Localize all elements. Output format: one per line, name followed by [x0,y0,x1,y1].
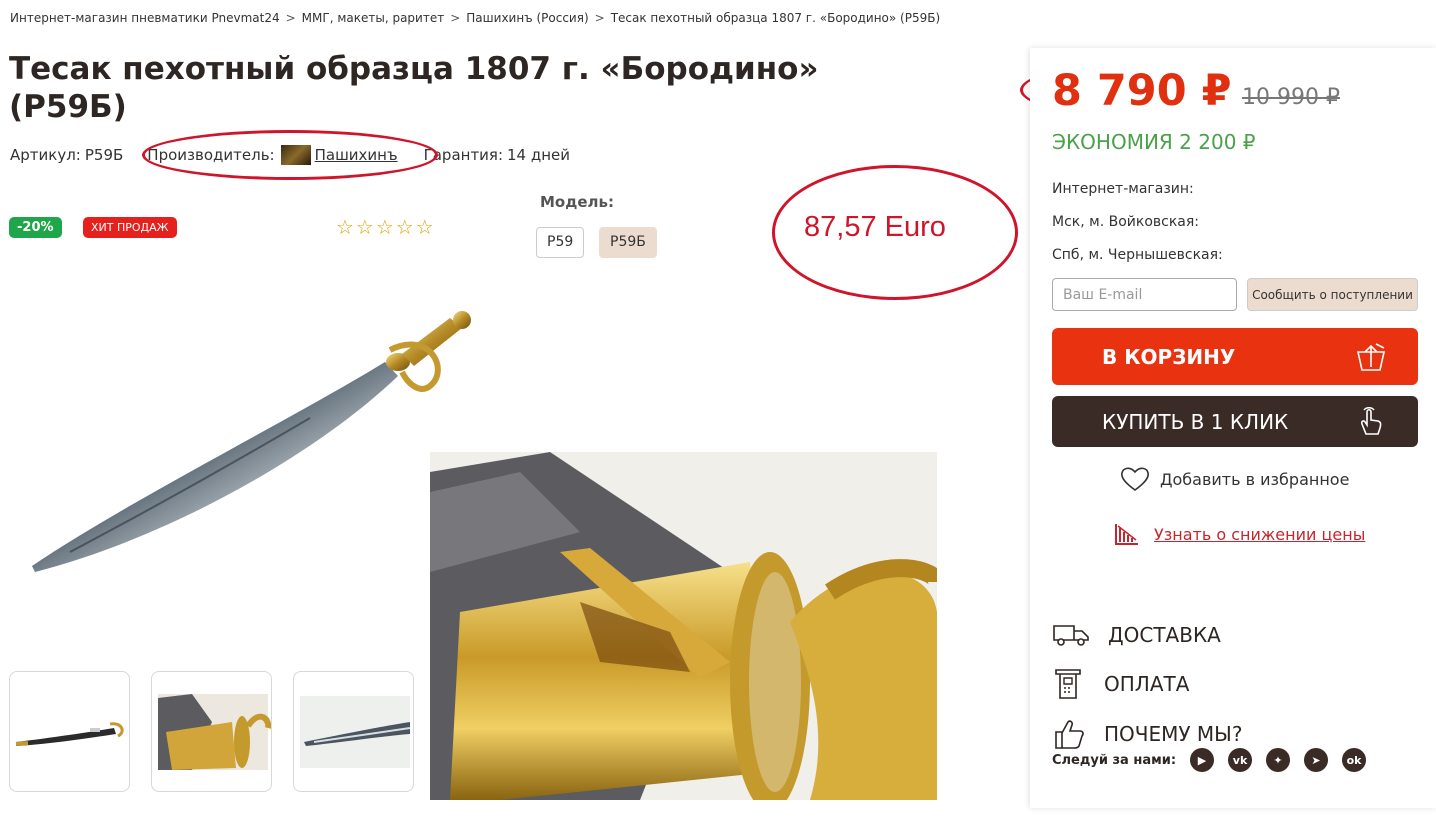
model-option-p59[interactable]: P59 [536,227,585,258]
breadcrumb-item-current: Тесак пехотный образца 1807 г. «Бородино… [610,11,941,25]
breadcrumb-separator: > [285,11,296,25]
price-current: 8 790 ₽ [1052,66,1232,116]
product-meta: Артикул: P59Б Производитель: Пашихинъ Га… [10,145,570,165]
telegram-icon[interactable]: ➤ [1304,748,1329,772]
price-drop-alert[interactable]: Узнать о снижении цены [1114,522,1365,546]
sku-value: P59Б [84,146,124,164]
store-availability: Интернет-магазин: Мск, м. Войковская: Сп… [1052,173,1223,272]
sku-label: Артикул: [10,146,81,164]
maker-label: Производитель: [147,146,275,164]
social-links: Следуй за нами: ▶ vk ✦ ➤ ok [1052,748,1367,772]
warranty-label: Гарантия: [423,146,504,164]
info-delivery[interactable]: ДОСТАВКА [1052,622,1221,648]
thumbnail-1[interactable] [9,671,130,792]
maker-link[interactable]: Пашихинъ [315,146,398,164]
thumbnail-2[interactable] [151,671,272,792]
payment-terminal-icon [1055,669,1081,699]
annotation-euro-price: 87,57 Euro [804,211,946,243]
zen-icon[interactable]: ✦ [1266,748,1291,772]
page-title: Тесак пехотный образца 1807 г. «Бородино… [9,51,819,125]
breadcrumb-item-maker[interactable]: Пашихинъ (Россия) [466,11,588,25]
add-to-cart-button[interactable]: В КОРЗИНУ [1052,328,1418,385]
vk-icon[interactable]: vk [1228,748,1253,772]
thumbnail-image-3 [300,696,411,768]
product-image-zoom[interactable] [430,452,937,800]
price-old: 10 990 ₽ [1242,85,1340,110]
store-moscow: Мск, м. Войковская: [1052,214,1200,230]
notify-button[interactable]: Сообщить о поступлении [1247,278,1418,311]
thumbs-up-icon [1055,720,1084,749]
maker-logo [280,145,311,165]
breadcrumb-separator: > [594,11,605,25]
store-spb: Спб, м. Чернышевская: [1052,247,1223,263]
thumbnail-3[interactable] [293,671,414,792]
info-payment[interactable]: ОПЛАТА [1052,668,1189,700]
price-saving: ЭКОНОМИЯ 2 200 ₽ [1052,130,1256,154]
truck-icon [1053,625,1089,646]
thumbnail-image-2 [158,694,271,770]
odnoklassniki-icon[interactable]: ok [1342,748,1367,772]
price-drop-icon [1115,524,1138,545]
hit-badge: ХИТ ПРОДАЖ [83,217,177,238]
info-why-us[interactable]: ПОЧЕМУ МЫ? [1052,718,1242,750]
breadcrumb: Интернет-магазин пневматики Pnevmat24 > ММ… [10,11,940,25]
buy-one-click-button[interactable]: КУПИТЬ В 1 КЛИК [1052,396,1418,447]
breadcrumb-item-category[interactable]: ММГ, макеты, раритет [302,11,445,25]
breadcrumb-item-home[interactable]: Интернет-магазин пневматики Pnevmat24 [10,11,280,25]
follow-us-label: Следуй за нами: [1052,752,1177,768]
thumbnail-image-1 [15,722,124,746]
model-label: Модель: [540,193,614,211]
youtube-icon[interactable]: ▶ [1190,748,1215,772]
breadcrumb-separator: > [450,11,461,25]
heart-icon [1121,467,1149,491]
payment-label: ОПЛАТА [1104,672,1190,696]
store-online: Интернет-магазин: [1052,181,1194,197]
cart-icon [1357,343,1385,371]
add-to-favorites[interactable]: Добавить в избранное [1120,466,1349,492]
discount-badge: -20% [9,217,62,238]
price-drop-label: Узнать о снижении цены [1154,524,1366,544]
email-field[interactable] [1052,278,1237,311]
buy-one-click-label: КУПИТЬ В 1 КЛИК [1102,409,1289,434]
product-image-main[interactable] [10,290,480,610]
warranty-value: 14 дней [507,146,571,164]
add-to-favorites-label: Добавить в избранное [1160,469,1350,489]
rating-stars[interactable]: ☆☆☆☆☆ [336,215,436,239]
why-us-label: ПОЧЕМУ МЫ? [1104,722,1243,746]
model-option-p59b[interactable]: P59Б [599,227,657,258]
purchase-panel: 8 790 ₽ 10 990 ₽ ЭКОНОМИЯ 2 200 ₽ Интерн… [1030,48,1436,808]
add-to-cart-label: В КОРЗИНУ [1102,344,1236,369]
hand-pointer-icon [1361,407,1382,435]
delivery-label: ДОСТАВКА [1108,623,1221,647]
